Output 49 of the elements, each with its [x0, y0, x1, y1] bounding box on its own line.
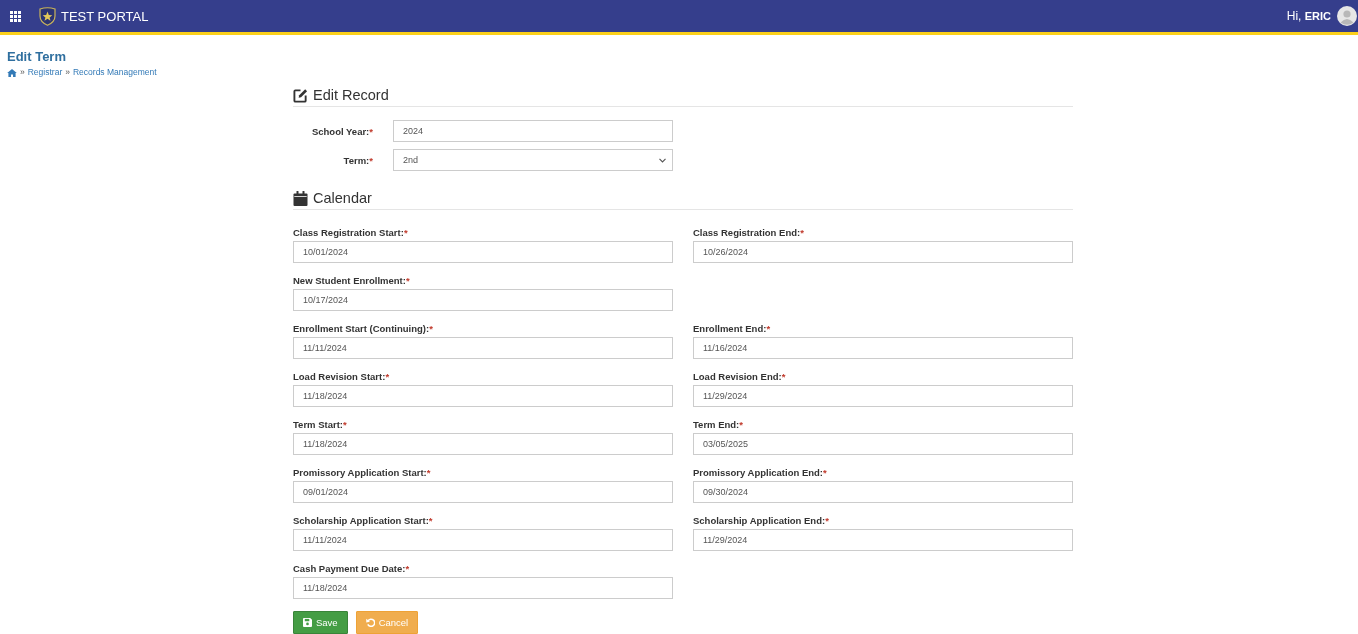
date-field[interactable]: 11/11/2024: [293, 337, 673, 359]
date-field[interactable]: 11/18/2024: [293, 433, 673, 455]
field-label: Cash Payment Due Date:*: [293, 563, 411, 575]
field-label: School Year:*: [310, 125, 374, 137]
breadcrumb-separator: »: [65, 67, 70, 78]
date-field[interactable]: 11/29/2024: [693, 385, 1073, 407]
field-label: New Student Enrollment:*: [293, 275, 411, 287]
date-field[interactable]: 09/01/2024: [293, 481, 673, 503]
field-label: Scholarship Application Start:*: [293, 515, 434, 527]
field-label: Term End:*: [693, 419, 744, 431]
field-label: Term Start:*: [293, 419, 348, 431]
field-label: Enrollment End:*: [693, 323, 772, 335]
chevron-down-icon: [659, 157, 666, 163]
page-title: Edit Term: [7, 49, 66, 65]
undo-icon: [365, 618, 375, 627]
date-field[interactable]: 11/29/2024: [693, 529, 1073, 551]
school-year-field[interactable]: 2024: [393, 120, 673, 142]
edit-icon: [293, 87, 308, 103]
app-name: TEST PORTAL: [61, 8, 149, 24]
date-field[interactable]: 10/01/2024: [293, 241, 673, 263]
term-select[interactable]: 2nd: [393, 149, 673, 171]
avatar-icon[interactable]: [1337, 6, 1357, 26]
field-label: Load Revision Start:*: [293, 371, 391, 383]
field-label: Enrollment Start (Continuing):*: [293, 323, 434, 335]
date-field[interactable]: 10/17/2024: [293, 289, 673, 311]
field-label: Promissory Application End:*: [693, 467, 828, 479]
field-label: Term:*: [342, 154, 374, 166]
field-label: Scholarship Application End:*: [693, 515, 830, 527]
calendar-icon: [293, 190, 308, 206]
date-field[interactable]: 11/16/2024: [693, 337, 1073, 359]
date-field[interactable]: 11/18/2024: [293, 577, 673, 599]
date-field[interactable]: 03/05/2025: [693, 433, 1073, 455]
shield-logo-icon: [39, 6, 56, 26]
breadcrumb-separator: »: [20, 67, 25, 78]
app-grid-icon[interactable]: [10, 10, 21, 22]
field-label: Class Registration Start:*: [293, 227, 409, 239]
field-label: Load Revision End:*: [693, 371, 787, 383]
section-heading: Edit Record: [313, 86, 389, 104]
home-icon[interactable]: [7, 68, 17, 77]
date-field[interactable]: 11/11/2024: [293, 529, 673, 551]
date-field[interactable]: 11/18/2024: [293, 385, 673, 407]
date-field[interactable]: 09/30/2024: [693, 481, 1073, 503]
breadcrumb-link[interactable]: Registrar: [27, 67, 63, 78]
date-field[interactable]: 10/26/2024: [693, 241, 1073, 263]
breadcrumb-link[interactable]: Records Management: [72, 67, 157, 78]
section-heading: Calendar: [313, 189, 372, 207]
field-label: Class Registration End:*: [693, 227, 805, 239]
field-label: Promissory Application Start:*: [293, 467, 432, 479]
user-greeting: Hi, ERIC: [1286, 9, 1331, 23]
